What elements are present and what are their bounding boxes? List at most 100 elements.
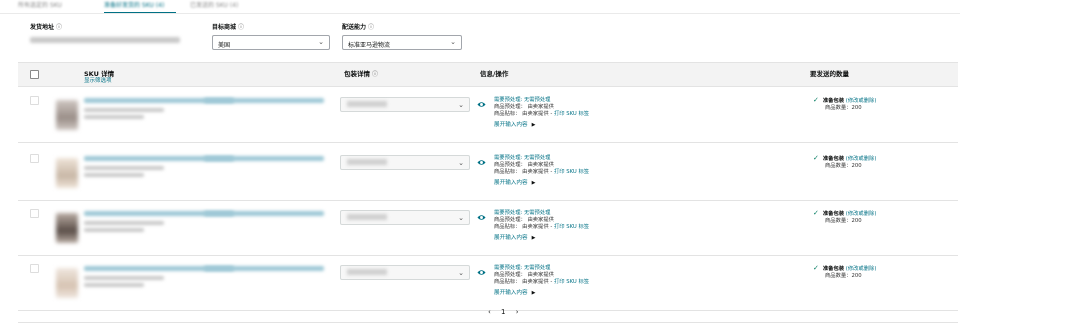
print-sku-label-link[interactable]: 打印 SKU 标签	[554, 279, 589, 285]
edit-delete-link[interactable]: (修改或删除)	[846, 156, 877, 162]
table-row: ⌄ 需要预处理: 无需预处理 商品预处理： 由卖家提供 商品贴标： 由卖家提供 …	[18, 201, 958, 256]
qty-to-send-header: 要发送的数量	[810, 70, 849, 78]
tab-bar: 所有选定的 SKU 准备好发货的 SKU (4) 已发送的 SKU (4)	[0, 0, 1080, 13]
product-title-more	[204, 98, 324, 103]
expand-inputs-link[interactable]: 展开输入内容 ▶	[494, 180, 794, 187]
tab-ready-skus[interactable]: 准备好发货的 SKU (4)	[104, 0, 164, 9]
sku-id	[84, 166, 164, 170]
asin-id	[84, 228, 144, 232]
row-checkbox[interactable]	[30, 209, 39, 218]
info-icon: ⓘ	[372, 71, 379, 78]
tab-sent-skus[interactable]: 已发送的 SKU (4)	[190, 0, 238, 9]
caret-right-icon: ▶	[531, 180, 536, 186]
asin-id	[84, 283, 144, 287]
prep-required-link[interactable]: 需要预处理: 无需预处理	[494, 97, 794, 104]
unit-quantity: 商品数量：200	[825, 163, 862, 169]
label-by-text: 商品贴标： 由卖家提供 - 打印 SKU 标签	[494, 111, 590, 117]
label-by-text: 商品贴标： 由卖家提供 - 打印 SKU 标签	[494, 224, 590, 230]
divider	[18, 322, 958, 323]
ready-to-pack-text: 准备包装	[822, 156, 845, 162]
show-filters-link[interactable]: 显示筛选项	[84, 76, 112, 84]
ready-to-pack-text: 准备包装	[822, 266, 845, 272]
ship-from-field: 发货地址 ⓘ	[30, 22, 62, 31]
pack-type-placeholder	[347, 101, 387, 107]
asin-id	[84, 115, 144, 119]
row-checkbox[interactable]	[30, 264, 39, 273]
caret-right-icon: ▶	[531, 290, 536, 296]
expand-inputs-link[interactable]: 展开输入内容 ▶	[494, 235, 794, 242]
chevron-down-icon: ⌄	[458, 269, 464, 277]
prev-page-button[interactable]: ‹	[488, 308, 491, 316]
checkmark-icon: ✓	[813, 264, 819, 272]
info-actions: 需要预处理: 无需预处理 商品预处理： 由卖家提供 商品贴标： 由卖家提供 - …	[494, 97, 794, 129]
fulfillment-field: 配送能力 ⓘ	[342, 22, 374, 31]
pack-type-select[interactable]: ⌄	[340, 265, 470, 280]
next-page-button[interactable]: ›	[516, 308, 519, 316]
fulfillment-value: 标准亚马逊物流	[348, 42, 391, 49]
fulfillment-select[interactable]: 标准亚马逊物流 ⌄	[342, 35, 462, 50]
expand-inputs-link[interactable]: 展开输入内容 ▶	[494, 122, 794, 129]
marketplace-value: 美国	[218, 42, 231, 49]
sku-id	[84, 276, 164, 280]
current-page[interactable]: 1	[501, 308, 505, 316]
unit-quantity: 商品数量：200	[825, 105, 862, 111]
ship-status: ✓ 准备包装 (修改或删除) 商品数量：200	[813, 155, 876, 170]
eye-icon[interactable]	[477, 213, 486, 222]
ship-status: ✓ 准备包装 (修改或删除) 商品数量：200	[813, 265, 876, 280]
prep-by-text: 商品预处理： 由卖家提供	[494, 272, 554, 278]
marketplace-label: 目标商城	[212, 24, 237, 31]
edit-delete-link[interactable]: (修改或删除)	[846, 266, 877, 272]
eye-icon[interactable]	[477, 100, 486, 109]
pack-type-select[interactable]: ⌄	[340, 97, 470, 112]
product-title-more	[204, 211, 324, 216]
chevron-down-icon: ⌄	[318, 38, 324, 46]
chevron-down-icon: ⌄	[458, 214, 464, 222]
row-checkbox[interactable]	[30, 154, 39, 163]
checkmark-icon: ✓	[813, 154, 819, 162]
marketplace-select[interactable]: 美国 ⌄	[212, 35, 330, 50]
expand-inputs-link[interactable]: 展开输入内容 ▶	[494, 290, 794, 297]
prep-required-link[interactable]: 需要预处理: 无需预处理	[494, 210, 794, 217]
product-title-more	[204, 156, 324, 161]
print-sku-label-link[interactable]: 打印 SKU 标签	[554, 111, 589, 117]
eye-icon[interactable]	[477, 158, 486, 167]
print-sku-label-link[interactable]: 打印 SKU 标签	[554, 224, 589, 230]
ready-to-pack-text: 准备包装	[822, 98, 845, 104]
prep-by-text: 商品预处理： 由卖家提供	[494, 217, 554, 223]
pagination: ‹ 1 ›	[484, 308, 523, 316]
marketplace-field: 目标商城 ⓘ	[212, 22, 244, 31]
chevron-down-icon: ⌄	[450, 38, 456, 46]
tab-all-skus[interactable]: 所有选定的 SKU	[18, 0, 62, 9]
edit-delete-link[interactable]: (修改或删除)	[846, 211, 877, 217]
pack-type-select[interactable]: ⌄	[340, 210, 470, 225]
row-checkbox[interactable]	[30, 96, 39, 105]
info-icon: ⓘ	[238, 24, 245, 31]
label-by-text: 商品贴标： 由卖家提供 - 打印 SKU 标签	[494, 279, 590, 285]
info-actions: 需要预处理: 无需预处理 商品预处理： 由卖家提供 商品贴标： 由卖家提供 - …	[494, 210, 794, 242]
divider	[0, 13, 960, 14]
ship-from-address[interactable]	[30, 37, 180, 43]
info-actions: 需要预处理: 无需预处理 商品预处理： 由卖家提供 商品贴标： 由卖家提供 - …	[494, 265, 794, 297]
pack-type-placeholder	[347, 269, 387, 275]
unit-quantity: 商品数量：200	[825, 273, 862, 279]
edit-delete-link[interactable]: (修改或删除)	[846, 98, 877, 104]
ready-to-pack-text: 准备包装	[822, 211, 845, 217]
pack-type-placeholder	[347, 159, 387, 165]
product-thumbnail	[56, 158, 78, 188]
prep-required-link[interactable]: 需要预处理: 无需预处理	[494, 155, 794, 162]
print-sku-label-link[interactable]: 打印 SKU 标签	[554, 169, 589, 175]
product-thumbnail	[56, 268, 78, 298]
info-icon: ⓘ	[56, 24, 63, 31]
eye-icon[interactable]	[477, 268, 486, 277]
caret-right-icon: ▶	[531, 122, 536, 128]
pack-type-placeholder	[347, 214, 387, 220]
prep-required-link[interactable]: 需要预处理: 无需预处理	[494, 265, 794, 272]
fulfillment-label: 配送能力	[342, 24, 367, 31]
unit-quantity: 商品数量：200	[825, 218, 862, 224]
ship-from-label: 发货地址	[30, 24, 55, 31]
checkmark-icon: ✓	[813, 209, 819, 217]
product-thumbnail	[56, 100, 78, 130]
info-icon: ⓘ	[368, 24, 375, 31]
select-all-checkbox[interactable]	[30, 70, 39, 79]
pack-type-select[interactable]: ⌄	[340, 155, 470, 170]
